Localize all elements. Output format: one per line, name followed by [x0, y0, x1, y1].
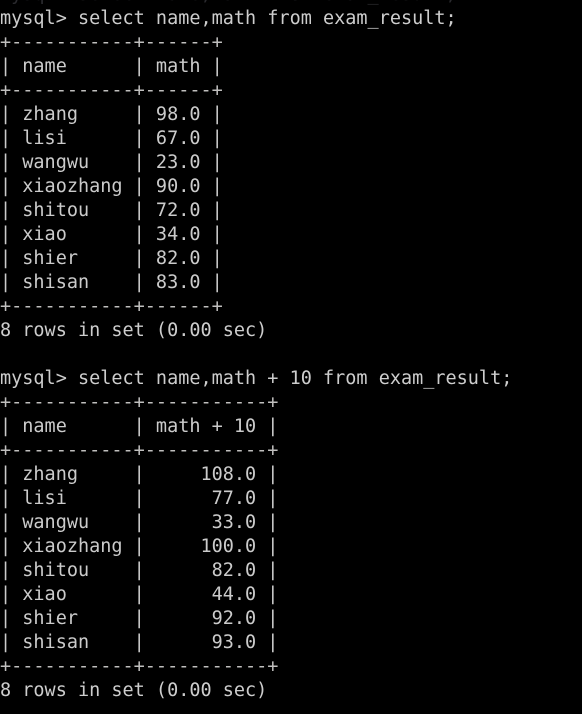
table-row: | shitou | 72.0 | — [0, 200, 223, 221]
table-row: | shisan | 93.0 | — [0, 632, 279, 653]
clipped-scrollback-line: mysql> select name,math from exam_result… — [0, 0, 582, 7]
table-row: | shier | 82.0 | — [0, 248, 223, 269]
table-header-query-1: | name | math | — [0, 56, 223, 77]
table-row: | xiao | 34.0 | — [0, 224, 223, 245]
table-border-bottom-query-1: +-----------+------+ — [0, 296, 223, 317]
terminal-window[interactable]: mysql> select name,math from exam_result… — [0, 0, 582, 714]
result-status-query-2: 8 rows in set (0.00 sec) — [0, 680, 268, 701]
table-border-middle-query-2: +-----------+-----------+ — [0, 440, 279, 461]
table-row: | xiaozhang | 100.0 | — [0, 536, 279, 557]
table-row: | shier | 92.0 | — [0, 608, 279, 629]
command-line-query-1[interactable]: mysql> select name,math from exam_result… — [0, 7, 582, 31]
table-row: | wangwu | 33.0 | — [0, 512, 279, 533]
table-row: | shitou | 82.0 | — [0, 560, 279, 581]
table-row: | shisan | 83.0 | — [0, 272, 223, 293]
table-row: | xiaozhang | 90.0 | — [0, 176, 223, 197]
table-row: | lisi | 67.0 | — [0, 128, 223, 149]
table-border-bottom-query-2: +-----------+-----------+ — [0, 656, 279, 677]
table-row: | wangwu | 23.0 | — [0, 152, 223, 173]
table-border-top-query-1: +-----------+------+ — [0, 32, 223, 53]
table-row: | zhang | 108.0 | — [0, 464, 279, 485]
command-line-query-2[interactable]: mysql> select name,math + 10 from exam_r… — [0, 367, 582, 391]
table-border-middle-query-1: +-----------+------+ — [0, 80, 223, 101]
terminal-screen: mysql> select name,math from exam_result… — [0, 0, 582, 703]
table-border-top-query-2: +-----------+-----------+ — [0, 392, 279, 413]
result-status-query-1: 8 rows in set (0.00 sec) — [0, 320, 268, 341]
table-row: | lisi | 77.0 | — [0, 488, 279, 509]
table-row: | zhang | 98.0 | — [0, 104, 223, 125]
table-row: | xiao | 44.0 | — [0, 584, 279, 605]
table-header-query-2: | name | math + 10 | — [0, 416, 279, 437]
blank-separator-line — [0, 343, 582, 367]
